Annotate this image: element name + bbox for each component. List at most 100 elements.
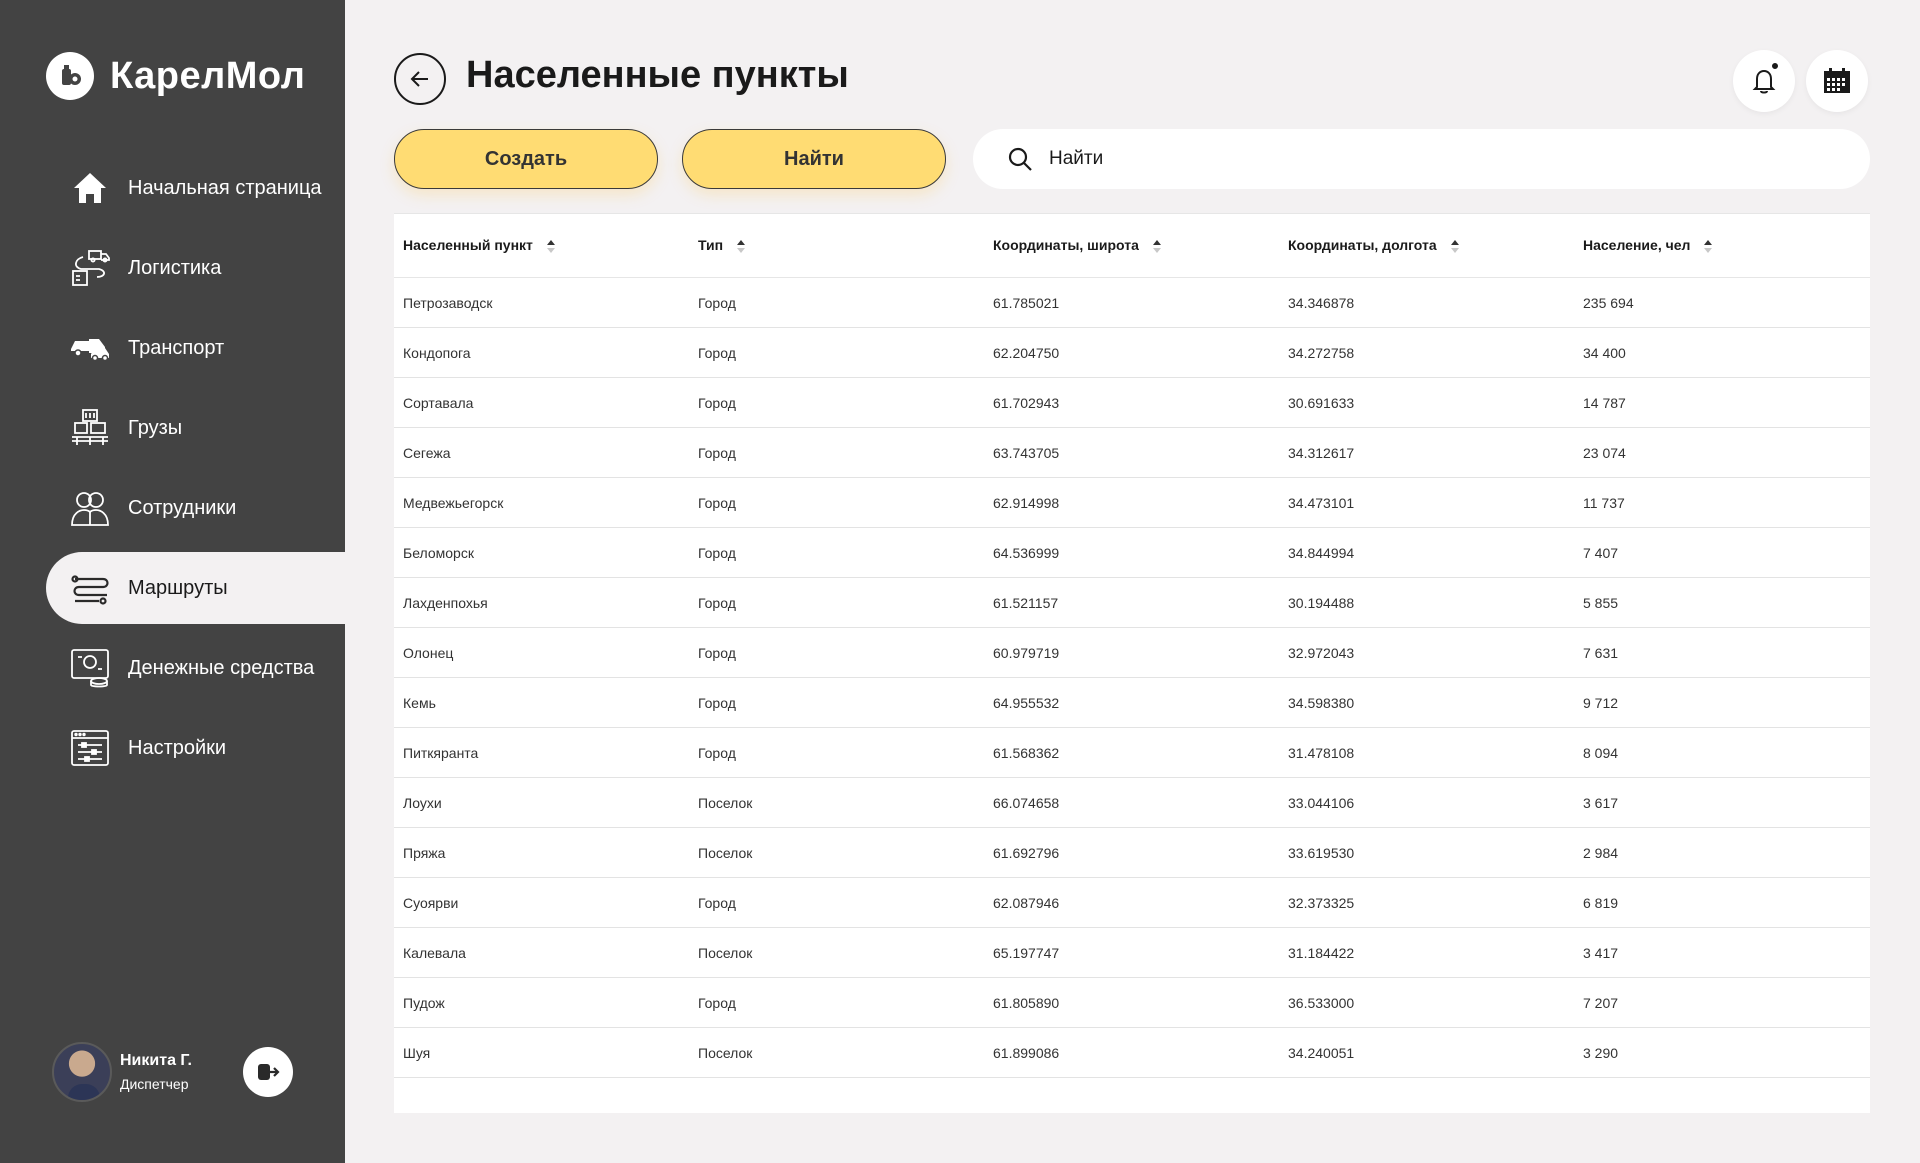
table-cell: 61.521157 bbox=[984, 577, 1279, 628]
table-cell: Поселок bbox=[689, 777, 984, 828]
cargo-icon bbox=[68, 406, 112, 450]
settings-icon bbox=[68, 726, 112, 770]
table-row[interactable]: Лахденпохья Город 61.521157 30.194488 5 855 bbox=[394, 577, 1870, 628]
back-button[interactable] bbox=[394, 53, 446, 105]
table-row[interactable]: Пряжа Поселок 61.692796 33.619530 2 984 bbox=[394, 827, 1870, 878]
column-header-label: Тип bbox=[698, 237, 724, 254]
sidebar-item-routes[interactable]: Маршруты bbox=[46, 552, 345, 624]
table-cell: Пудож bbox=[394, 977, 689, 1028]
table-cell: 9 712 bbox=[1574, 677, 1870, 728]
table-cell: 5 855 bbox=[1574, 577, 1870, 628]
sidebar-item-settings[interactable]: Настройки bbox=[46, 712, 345, 784]
sort-icon[interactable] bbox=[1152, 239, 1161, 254]
table-cell: 32.972043 bbox=[1279, 627, 1574, 678]
table-cell: 61.805890 bbox=[984, 977, 1279, 1028]
brand[interactable]: КарелМол bbox=[46, 52, 305, 100]
column-header[interactable]: Населенный пункт bbox=[394, 213, 689, 278]
column-header-label: Координаты, долгота bbox=[1288, 237, 1437, 254]
table-row[interactable]: Кондопога Город 62.204750 34.272758 34 400 bbox=[394, 327, 1870, 378]
money-icon bbox=[68, 646, 112, 690]
notifications-button[interactable] bbox=[1733, 50, 1795, 112]
sidebar-item-label: Начальная страница bbox=[128, 176, 322, 199]
calendar-button[interactable] bbox=[1806, 50, 1868, 112]
table-cell: Лахденпохья bbox=[394, 577, 689, 628]
table-cell: Сортавала bbox=[394, 377, 689, 428]
create-button[interactable]: Создать bbox=[394, 129, 658, 189]
column-header[interactable]: Тип bbox=[689, 213, 984, 278]
table-cell: Город bbox=[689, 577, 984, 628]
search-input[interactable] bbox=[1049, 148, 1829, 170]
bell-icon bbox=[1752, 69, 1776, 94]
user-role: Диспетчер bbox=[120, 1076, 189, 1092]
table-cell: 64.536999 bbox=[984, 527, 1279, 578]
table-header-row: Населенный пункт Тип Координаты, широта Коо… bbox=[394, 213, 1870, 278]
table-cell: Город bbox=[689, 277, 984, 328]
table-row[interactable]: Суоярви Город 62.087946 32.373325 6 819 bbox=[394, 877, 1870, 928]
table-cell: 14 787 bbox=[1574, 377, 1870, 428]
table-row[interactable]: Пудож Город 61.805890 36.533000 7 207 bbox=[394, 977, 1870, 1028]
table-cell: Кемь bbox=[394, 677, 689, 728]
table-cell: 8 094 bbox=[1574, 727, 1870, 778]
sidebar-item-logistics[interactable]: Логистика bbox=[46, 232, 345, 304]
sort-icon[interactable] bbox=[737, 239, 746, 254]
logout-icon bbox=[258, 1064, 280, 1080]
table-row[interactable]: Медвежьегорск Город 62.914998 34.473101 11 7… bbox=[394, 477, 1870, 528]
column-header[interactable]: Координаты, долгота bbox=[1279, 213, 1574, 278]
table-cell: 62.087946 bbox=[984, 877, 1279, 928]
sidebar-item-cargo[interactable]: Грузы bbox=[46, 392, 345, 464]
table-row[interactable]: Калевала Поселок 65.197747 31.184422 3 417 bbox=[394, 927, 1870, 978]
table-cell: 2 984 bbox=[1574, 827, 1870, 878]
table-cell: 34.272758 bbox=[1279, 327, 1574, 378]
table-row[interactable]: Питкяранта Город 61.568362 31.478108 8 094 bbox=[394, 727, 1870, 778]
table-row[interactable]: Сортавала Город 61.702943 30.691633 14 787 bbox=[394, 377, 1870, 428]
table-cell: Поселок bbox=[689, 1027, 984, 1078]
user-profile[interactable]: Никита Г. Диспетчер bbox=[52, 1042, 192, 1102]
sort-icon[interactable] bbox=[1704, 239, 1713, 254]
column-header[interactable]: Население, чел bbox=[1574, 213, 1870, 278]
table-cell: 66.074658 bbox=[984, 777, 1279, 828]
table-cell: 32.373325 bbox=[1279, 877, 1574, 928]
table-row[interactable]: Сегежа Город 63.743705 34.312617 23 074 bbox=[394, 427, 1870, 478]
settlements-table: Населенный пункт Тип Координаты, широта Коо… bbox=[394, 213, 1870, 1113]
sidebar-item-label: Логистика bbox=[128, 256, 222, 279]
table-cell: 7 407 bbox=[1574, 527, 1870, 578]
table-cell: 60.979719 bbox=[984, 627, 1279, 678]
table-cell: 3 290 bbox=[1574, 1027, 1870, 1078]
table-cell: Медвежьегорск bbox=[394, 477, 689, 528]
table-cell: 61.899086 bbox=[984, 1027, 1279, 1078]
table-cell: 34.346878 bbox=[1279, 277, 1574, 328]
sidebar-item-label: Грузы bbox=[128, 416, 183, 439]
table-cell: 31.184422 bbox=[1279, 927, 1574, 978]
table-cell: Суоярви bbox=[394, 877, 689, 928]
search-bar[interactable] bbox=[973, 129, 1870, 189]
logout-button[interactable] bbox=[243, 1047, 293, 1097]
table-cell: Поселок bbox=[689, 927, 984, 978]
table-cell: 34.844994 bbox=[1279, 527, 1574, 578]
sort-icon[interactable] bbox=[1450, 239, 1459, 254]
sidebar-nav: Начальная страница Логистика Транспорт Г… bbox=[46, 152, 345, 792]
table-cell: 33.619530 bbox=[1279, 827, 1574, 878]
brand-logo-icon bbox=[46, 52, 94, 100]
column-header[interactable]: Координаты, широта bbox=[984, 213, 1279, 278]
table-row[interactable]: Кемь Город 64.955532 34.598380 9 712 bbox=[394, 677, 1870, 728]
sidebar-item-transport[interactable]: Транспорт bbox=[46, 312, 345, 384]
table-row[interactable]: Петрозаводск Город 61.785021 34.346878 235 6… bbox=[394, 277, 1870, 328]
table-row[interactable]: Шуя Поселок 61.899086 34.240051 3 290 bbox=[394, 1027, 1870, 1078]
table-cell: 64.955532 bbox=[984, 677, 1279, 728]
table-cell: 30.194488 bbox=[1279, 577, 1574, 628]
sidebar-item-employees[interactable]: Сотрудники bbox=[46, 472, 345, 544]
table-row[interactable]: Лоухи Поселок 66.074658 33.044106 3 617 bbox=[394, 777, 1870, 828]
table-cell: Кондопога bbox=[394, 327, 689, 378]
sort-icon[interactable] bbox=[546, 239, 555, 254]
notification-dot bbox=[1771, 62, 1779, 70]
table-row[interactable]: Олонец Город 60.979719 32.972043 7 631 bbox=[394, 627, 1870, 678]
table-cell: 34.312617 bbox=[1279, 427, 1574, 478]
sidebar-item-home[interactable]: Начальная страница bbox=[46, 152, 345, 224]
table-row[interactable]: Беломорск Город 64.536999 34.844994 7 407 bbox=[394, 527, 1870, 578]
logistics-icon bbox=[68, 246, 112, 290]
sidebar-item-money[interactable]: Денежные средства bbox=[46, 632, 345, 704]
find-button[interactable]: Найти bbox=[682, 129, 946, 189]
routes-icon bbox=[68, 566, 112, 610]
table-cell: Пряжа bbox=[394, 827, 689, 878]
sidebar-item-label: Транспорт bbox=[128, 336, 225, 359]
